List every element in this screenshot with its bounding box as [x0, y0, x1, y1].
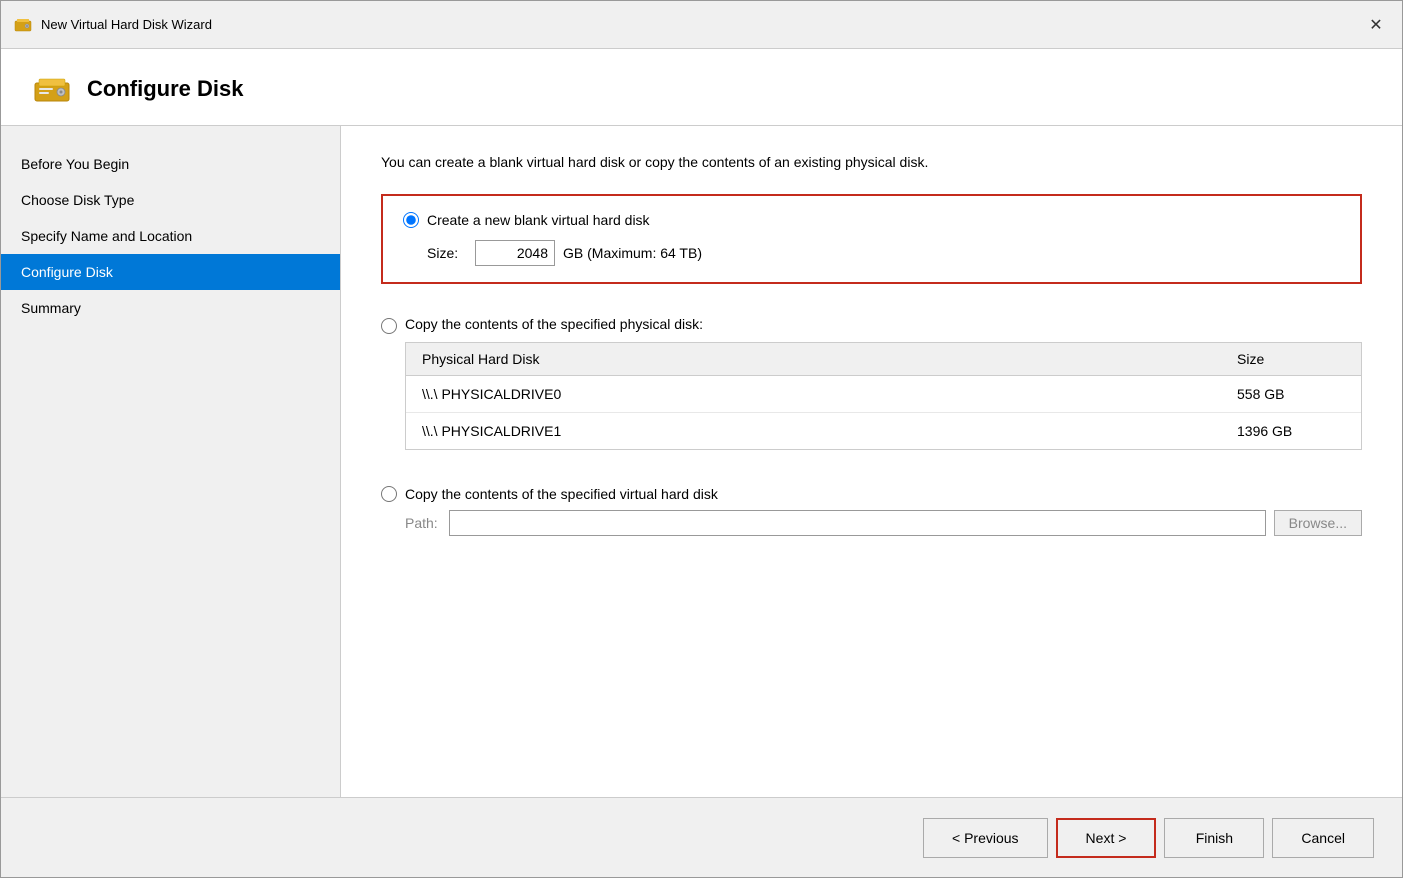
- create-new-option-block: Create a new blank virtual hard disk Siz…: [381, 194, 1362, 284]
- copy-vhd-radio[interactable]: [381, 486, 397, 502]
- disk-table-col1-header: Physical Hard Disk: [406, 343, 1221, 376]
- create-new-label[interactable]: Create a new blank virtual hard disk: [427, 212, 650, 228]
- disk-table-col2-header: Size: [1221, 343, 1361, 376]
- physical-drive-1-name: \\.\ PHYSICALDRIVE1: [406, 413, 1221, 450]
- sidebar: Before You Begin Choose Disk Type Specif…: [1, 126, 341, 797]
- copy-physical-radio-row: Copy the contents of the specified physi…: [381, 316, 1362, 334]
- copy-vhd-label[interactable]: Copy the contents of the specified virtu…: [405, 486, 718, 502]
- size-label: Size:: [427, 245, 467, 261]
- title-bar-left: New Virtual Hard Disk Wizard: [13, 15, 212, 35]
- title-text: New Virtual Hard Disk Wizard: [41, 17, 212, 32]
- sidebar-item-specify-name-location[interactable]: Specify Name and Location: [1, 218, 340, 254]
- footer: < Previous Next > Finish Cancel: [1, 797, 1402, 877]
- sidebar-item-choose-disk-type[interactable]: Choose Disk Type: [1, 182, 340, 218]
- size-row: Size: GB (Maximum: 64 TB): [403, 240, 1340, 266]
- title-bar: New Virtual Hard Disk Wizard ✕: [1, 1, 1402, 49]
- path-row: Path: Browse...: [405, 510, 1362, 536]
- physical-drive-0-size: 558 GB: [1221, 376, 1361, 413]
- size-input[interactable]: [475, 240, 555, 266]
- previous-button[interactable]: < Previous: [923, 818, 1048, 858]
- next-button[interactable]: Next >: [1056, 818, 1157, 858]
- header-title: Configure Disk: [87, 76, 243, 102]
- copy-vhd-option-container: Copy the contents of the specified virtu…: [381, 470, 1362, 536]
- copy-physical-option-container: Copy the contents of the specified physi…: [381, 308, 1362, 450]
- close-button[interactable]: ✕: [1362, 11, 1390, 39]
- finish-button[interactable]: Finish: [1164, 818, 1264, 858]
- table-row[interactable]: \\.\ PHYSICALDRIVE0 558 GB: [406, 376, 1361, 413]
- create-new-radio-row: Create a new blank virtual hard disk: [403, 212, 1340, 228]
- copy-physical-radio[interactable]: [381, 318, 397, 334]
- sidebar-item-summary[interactable]: Summary: [1, 290, 340, 326]
- copy-vhd-radio-row: Copy the contents of the specified virtu…: [381, 486, 1362, 502]
- browse-button[interactable]: Browse...: [1274, 510, 1362, 536]
- wizard-window: New Virtual Hard Disk Wizard ✕ Configure…: [0, 0, 1403, 878]
- header-section: Configure Disk: [1, 49, 1402, 126]
- copy-physical-label[interactable]: Copy the contents of the specified physi…: [405, 316, 703, 332]
- content-area: Before You Begin Choose Disk Type Specif…: [1, 126, 1402, 797]
- disk-table-container: Physical Hard Disk Size \\.\ PHYSICALDRI…: [405, 342, 1362, 450]
- physical-drive-0-name: \\.\ PHYSICALDRIVE0: [406, 376, 1221, 413]
- size-unit: GB (Maximum: 64 TB): [563, 245, 702, 261]
- path-label: Path:: [405, 515, 441, 531]
- sidebar-item-configure-disk[interactable]: Configure Disk: [1, 254, 340, 290]
- path-input[interactable]: [449, 510, 1266, 536]
- main-content: You can create a blank virtual hard disk…: [341, 126, 1402, 797]
- cancel-button[interactable]: Cancel: [1272, 818, 1374, 858]
- create-new-radio[interactable]: [403, 212, 419, 228]
- physical-drive-1-size: 1396 GB: [1221, 413, 1361, 450]
- description-text: You can create a blank virtual hard disk…: [381, 154, 1362, 170]
- title-bar-icon: [13, 15, 33, 35]
- sidebar-item-before-you-begin[interactable]: Before You Begin: [1, 146, 340, 182]
- disk-table: Physical Hard Disk Size \\.\ PHYSICALDRI…: [406, 343, 1361, 449]
- table-row[interactable]: \\.\ PHYSICALDRIVE1 1396 GB: [406, 413, 1361, 450]
- header-disk-icon: [33, 73, 71, 105]
